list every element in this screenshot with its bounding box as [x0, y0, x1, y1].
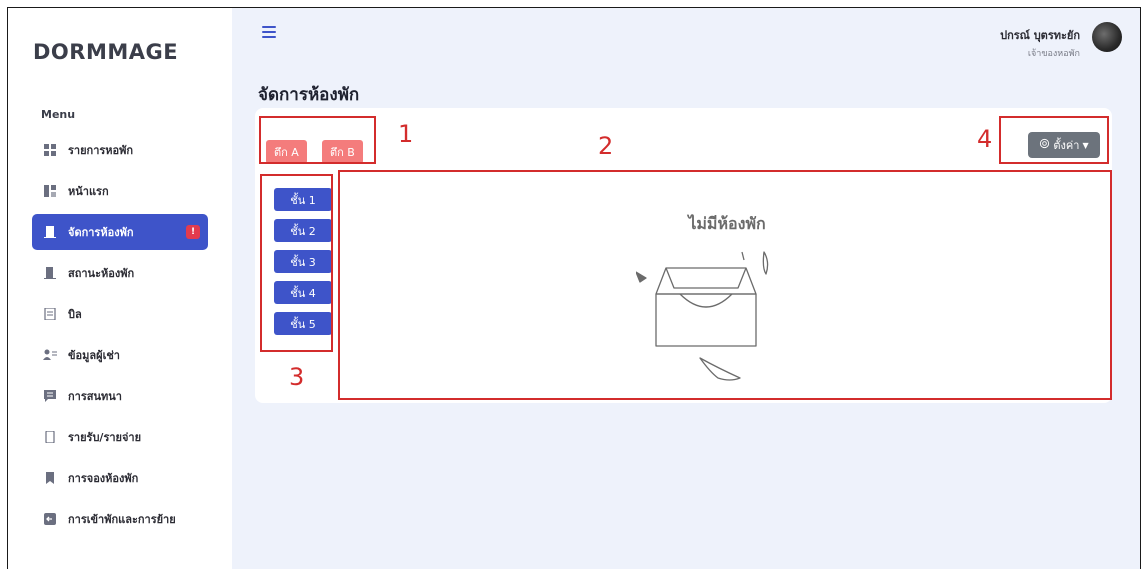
sidebar-item-bill[interactable]: บิล: [32, 296, 208, 332]
sidebar-item-label: รายรับ/รายจ่าย: [68, 431, 142, 444]
bill-icon: [42, 306, 58, 322]
sidebar-item-tenant-info[interactable]: ข้อมูลผู้เช่า: [32, 337, 208, 373]
grid-icon: [42, 142, 58, 158]
user-name: ปกรณ์ บุตรทะยัก: [1000, 29, 1080, 42]
brand-logo[interactable]: DORMMAGE: [33, 40, 178, 64]
sidebar-item-label: การสนทนา: [68, 390, 122, 403]
door-icon: [42, 224, 58, 240]
annotation-box-3: [260, 174, 333, 352]
sidebar-item-label: สถานะห้องพัก: [68, 267, 135, 280]
annotation-box-4: [999, 116, 1109, 164]
annotation-number-3: 3: [289, 363, 305, 391]
sidebar-item-manage-rooms[interactable]: จัดการห้องพัก !: [32, 214, 208, 250]
sidebar-item-booking[interactable]: การจองห้องพัก: [32, 460, 208, 496]
annotation-box-2: [338, 170, 1112, 400]
page-title: จัดการห้องพัก: [258, 85, 360, 105]
sidebar-item-label: หน้าแรก: [68, 185, 109, 198]
sidebar-item-label: จัดการห้องพัก: [68, 226, 134, 239]
sidebar-item-dorm-list[interactable]: รายการหอพัก: [32, 132, 208, 168]
annotation-number-1: 1: [398, 120, 414, 148]
sidebar-item-label: การจองห้องพัก: [68, 472, 139, 485]
chat-icon: [42, 388, 58, 404]
sidebar-item-move-in-out[interactable]: การเข้าพักและการย้าย: [32, 501, 208, 537]
tenant-icon: [42, 347, 58, 363]
avatar[interactable]: [1092, 22, 1122, 52]
sidebar-nav: รายการหอพัก หน้าแรก จัดการห้องพัก ! สถาน…: [32, 132, 208, 542]
app-frame: DORMMAGE Menu รายการหอพัก หน้าแรก จัดการ…: [7, 7, 1141, 569]
move-icon: [42, 511, 58, 527]
wallet-icon: [42, 429, 58, 445]
user-role: เจ้าของหอพัก: [1027, 49, 1080, 59]
main-content: ปกรณ์ บุตรทะยัก เจ้าของหอพัก จัดการห้องพ…: [232, 8, 1140, 569]
sidebar-item-home[interactable]: หน้าแรก: [32, 173, 208, 209]
sidebar-item-label: การเข้าพักและการย้าย: [68, 513, 176, 526]
sidebar-item-label: รายการหอพัก: [68, 144, 134, 157]
booking-icon: [42, 470, 58, 486]
sidebar: DORMMAGE Menu รายการหอพัก หน้าแรก จัดการ…: [8, 8, 232, 569]
annotation-number-2: 2: [598, 132, 614, 160]
sidebar-item-label: บิล: [68, 308, 82, 321]
menu-title: Menu: [41, 108, 76, 121]
sidebar-item-room-status[interactable]: สถานะห้องพัก: [32, 255, 208, 291]
sidebar-item-chat[interactable]: การสนทนา: [32, 378, 208, 414]
sidebar-item-label: ข้อมูลผู้เช่า: [68, 349, 120, 362]
dashboard-icon: [42, 183, 58, 199]
alert-badge: !: [186, 225, 200, 239]
door-status-icon: [42, 265, 58, 281]
user-info[interactable]: ปกรณ์ บุตรทะยัก เจ้าของหอพัก: [1000, 26, 1080, 60]
sidebar-item-income-expense[interactable]: รายรับ/รายจ่าย: [32, 419, 208, 455]
annotation-box-1: [259, 116, 376, 164]
hamburger-menu-icon[interactable]: [262, 26, 276, 38]
annotation-number-4: 4: [977, 125, 993, 153]
